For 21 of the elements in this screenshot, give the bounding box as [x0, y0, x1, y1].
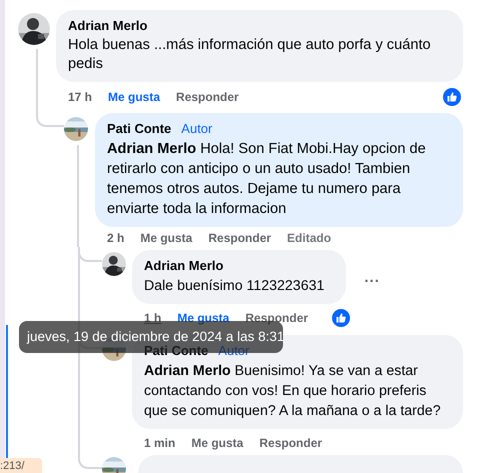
- url-tag: :213/: [0, 458, 42, 473]
- comment-text: Hola buenas ...más información que auto porfa y cuánto pedis: [68, 36, 432, 74]
- comment-text: Adrian Merlo Buenisimo! Ya se van a estar contactando con vos! En que horario preferis que se comuniquen? A la mañana o a la tarde?: [144, 362, 441, 421]
- edited-label: Editado: [287, 231, 332, 245]
- timestamp-link[interactable]: 1 min: [144, 436, 176, 450]
- author-label: Autor: [181, 121, 212, 137]
- author-name[interactable]: Pati Conte: [107, 121, 172, 137]
- comment-text: Adrian Merlo Hola! Son Fiat Mobi.Hay opcion de retirarlo con anticipo o un auto usado! Tambien tenemos otros autos. Dejame tu numero para enviarte toda la informacion: [107, 140, 427, 219]
- reply-link[interactable]: Responder: [208, 231, 272, 245]
- like-link[interactable]: Me gusta: [191, 436, 244, 450]
- reply-link[interactable]: Responder: [176, 90, 239, 104]
- author-name[interactable]: Adrian Merlo: [144, 258, 224, 274]
- like-link[interactable]: Me gusta: [140, 231, 192, 245]
- timestamp-link[interactable]: 2 h: [107, 231, 124, 245]
- timestamp-link[interactable]: 17 h: [68, 90, 92, 104]
- more-button[interactable]: ...: [360, 268, 384, 286]
- reply-link[interactable]: Responder: [245, 311, 308, 325]
- reply-link[interactable]: Responder: [259, 436, 322, 450]
- comment-text: Dale buenísimo 1123223631: [144, 277, 324, 296]
- author-name[interactable]: Adrian Merlo: [68, 18, 148, 34]
- like-link[interactable]: Me gusta: [108, 90, 160, 104]
